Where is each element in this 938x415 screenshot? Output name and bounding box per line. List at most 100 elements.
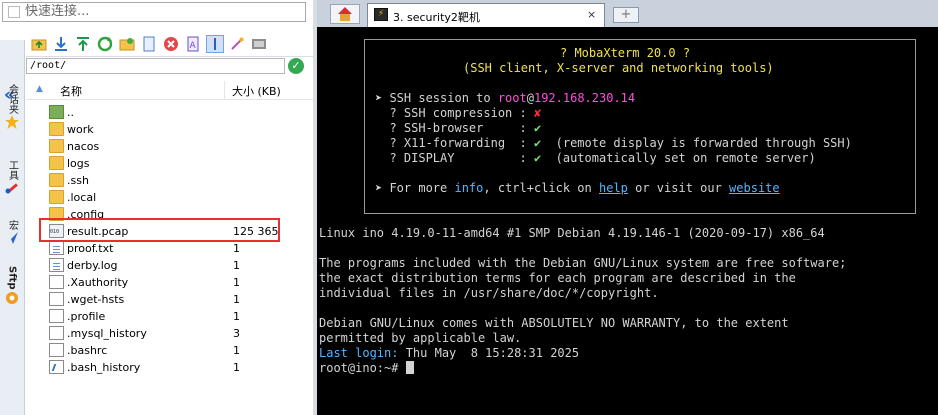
file-name: .. [67, 106, 74, 119]
ssh-feature-line: ? DISPLAY : ✔ (automatically set on remo… [375, 151, 816, 165]
session-tab[interactable]: ⚡ 3. security2靶机 × [367, 3, 605, 27]
new-tab-button[interactable]: + [613, 7, 639, 23]
parent-directory-icon [49, 105, 64, 119]
file-icon [49, 275, 64, 289]
sftp-icon [6, 291, 18, 304]
file-row[interactable]: logs [26, 155, 313, 172]
file-icon [49, 326, 64, 340]
terminal-icon: ⚡ [374, 8, 388, 21]
upload-icon[interactable] [74, 35, 92, 53]
rename-icon[interactable]: A [184, 35, 202, 53]
file-row[interactable]: .Xauthority 1 [26, 274, 313, 291]
file-name: derby.log [67, 259, 118, 272]
close-tab-icon[interactable]: × [587, 8, 596, 21]
vertical-tab-bar: « 会话夹 工具 宏 Sftp [0, 40, 25, 415]
help-link[interactable]: help [599, 181, 628, 195]
new-file-icon[interactable] [140, 35, 158, 53]
text-file-icon [49, 241, 64, 255]
quick-connect-icon [8, 6, 20, 18]
macro-icon [6, 232, 18, 244]
file-row[interactable]: .mysql_history 3 [26, 325, 313, 342]
file-icon [49, 292, 64, 306]
sftp-toolbar: A [26, 32, 313, 57]
check-icon: ✔ [533, 121, 542, 135]
motd-line: individual files in /usr/share/doc/*/cop… [319, 286, 659, 300]
refresh-icon[interactable] [96, 35, 114, 53]
file-row[interactable]: .wget-hsts 1 [26, 291, 313, 308]
file-name: .bashrc [67, 344, 108, 357]
session-tab-bar: ⚡ 3. security2靶机 × + [317, 0, 938, 27]
script-file-icon [49, 360, 64, 374]
file-row[interactable]: .ssh [26, 172, 313, 189]
more-info-line: ➤ For more info, ctrl+click on help or v… [375, 181, 780, 195]
tools-icon [5, 183, 18, 194]
file-row[interactable]: derby.log 1 [26, 257, 313, 274]
file-size: 1 [233, 293, 240, 306]
column-divider[interactable] [224, 81, 225, 99]
tab-sftp[interactable]: Sftp [1, 264, 23, 306]
file-row[interactable]: .. [26, 104, 313, 121]
column-size[interactable]: 大小 (KB) [232, 83, 281, 99]
ssh-feature-line: ? X11-forwarding : ✔ (remote display is … [375, 136, 852, 150]
tab-tools[interactable]: 工具 [1, 158, 23, 196]
file-size: 1 [233, 276, 240, 289]
file-name: .ssh [67, 174, 89, 187]
star-icon [5, 115, 19, 129]
file-size: 3 [233, 327, 240, 340]
terminal-sync-icon[interactable] [250, 35, 268, 53]
cross-icon: ✘ [533, 106, 542, 120]
file-row[interactable]: work [26, 121, 313, 138]
terminal-output[interactable]: ? MobaXterm 20.0 ? (SSH client, X-server… [317, 27, 938, 415]
file-list-header: ▲ 名称 大小 (KB) [26, 81, 313, 100]
home-tab[interactable] [330, 4, 360, 24]
file-name: .mysql_history [67, 327, 147, 340]
prompt-line[interactable]: root@ino:~# [319, 361, 414, 376]
motd-line: the exact distribution terms for each pr… [319, 271, 796, 285]
file-name: proof.txt [67, 242, 114, 255]
motd-line: Debian GNU/Linux comes with ABSOLUTELY N… [319, 316, 789, 330]
file-name: work [67, 123, 94, 136]
sftp-panel: 快速连接... « 会话夹 工具 宏 Sftp A /root/ ✓ ▲ 名称 … [0, 0, 313, 415]
path-input[interactable]: /root/ [26, 58, 285, 74]
quick-connect-input[interactable]: 快速连接... [2, 2, 306, 22]
file-icon [49, 309, 64, 323]
folder-icon [49, 139, 64, 153]
download-icon[interactable] [52, 35, 70, 53]
banner-title: ? MobaXterm 20.0 ? [560, 46, 691, 60]
info-link[interactable]: info [454, 181, 483, 195]
file-row[interactable]: proof.txt 1 [26, 240, 313, 257]
file-row[interactable]: .bash_history 1 [26, 359, 313, 376]
folder-icon [49, 156, 64, 170]
folder-icon [49, 173, 64, 187]
file-row[interactable]: nacos [26, 138, 313, 155]
motd-line: The programs included with the Debian GN… [319, 256, 847, 270]
svg-text:A: A [190, 41, 197, 51]
tab-macros[interactable]: 宏 [1, 218, 23, 246]
file-icon [49, 343, 64, 357]
banner-subtitle: (SSH client, X-server and networking too… [463, 61, 774, 75]
motd-line: permitted by applicable law. [319, 331, 522, 345]
column-name[interactable]: 名称 [60, 83, 82, 99]
sort-up-icon[interactable]: ▲ [36, 84, 43, 94]
file-row[interactable]: .bashrc 1 [26, 342, 313, 359]
file-size: 1 [233, 242, 240, 255]
file-row[interactable]: .local [26, 189, 313, 206]
ssh-feature-line: ? SSH compression : ✘ [375, 106, 542, 120]
folder-icon [49, 122, 64, 136]
parent-folder-icon[interactable] [30, 35, 48, 53]
file-name: .local [67, 191, 97, 204]
text-file-icon [49, 258, 64, 272]
text-editor-icon[interactable] [206, 35, 224, 53]
website-link[interactable]: website [729, 181, 780, 195]
permissions-icon[interactable] [228, 35, 246, 53]
tab-sessions[interactable]: 会话夹 [1, 82, 23, 130]
file-row[interactable]: .profile 1 [26, 308, 313, 325]
delete-icon[interactable] [162, 35, 180, 53]
follow-terminal-check-icon[interactable]: ✓ [288, 58, 304, 74]
folder-icon [49, 190, 64, 204]
file-name: .wget-hsts [67, 293, 125, 306]
new-folder-icon[interactable] [118, 35, 136, 53]
uname-line: Linux ino 4.19.0-11-amd64 #1 SMP Debian … [319, 226, 825, 240]
home-icon [338, 7, 352, 14]
file-name: .profile [67, 310, 106, 323]
